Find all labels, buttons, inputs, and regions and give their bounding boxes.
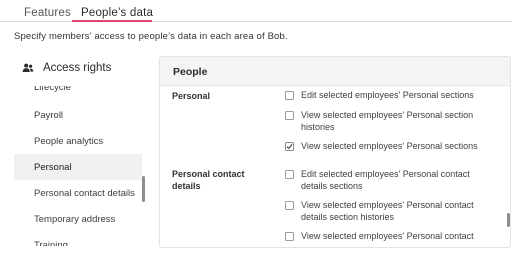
permission-label: View selected employees' Personal sectio… [301,141,478,151]
panel-scrollbar[interactable] [507,213,510,227]
permission-row: Edit selected employees' Personal contac… [285,169,490,192]
tab-bar: Features People’s data [0,0,512,22]
sidebar-item-payroll[interactable]: Payroll [14,102,142,128]
people-icon [22,63,34,72]
panel-body: Personal Edit selected employees' Person… [160,86,510,247]
sidebar-item-personal-contact-details[interactable]: Personal contact details [14,180,142,206]
permission-label: Edit selected employees' Personal contac… [301,169,470,191]
sidebar-item-personal[interactable]: Personal [14,154,142,180]
sidebar-scrollbar[interactable] [142,176,145,202]
panel-title: People [173,66,208,78]
sidebar-list[interactable]: Lifecycle Payroll People analytics Perso… [14,86,146,246]
permission-label: View selected employees' Personal contac… [301,231,474,241]
permission-checkbox-checked[interactable] [285,142,294,151]
sidebar-item-temporary-address[interactable]: Temporary address [14,206,142,232]
panel-header: People [160,57,510,86]
page-description: Specify members’ access to people’s data… [14,31,288,42]
permission-row: View selected employees' Personal sectio… [285,110,490,133]
checkmark-icon [286,144,293,150]
permission-checkbox[interactable] [285,91,294,100]
section-label-personal-contact-details: Personal contact details [172,169,245,191]
permission-checkbox[interactable] [285,201,294,210]
permission-label: Edit selected employees' Personal sectio… [301,90,474,100]
section-label-personal: Personal [172,91,211,101]
permission-row: View selected employees' Personal sectio… [285,141,490,153]
active-tab-indicator [72,20,152,22]
permission-row: Edit selected employees' Personal sectio… [285,90,490,102]
permission-checkbox[interactable] [285,232,294,241]
permission-row: View selected employees' Personal contac… [285,200,490,223]
sidebar-title: Access rights [43,62,112,74]
permission-label: View selected employees' Personal sectio… [301,110,474,132]
permission-label: View selected employees' Personal contac… [301,200,474,222]
sidebar-item-training[interactable]: Training [14,232,142,247]
permission-checkbox[interactable] [285,170,294,179]
tab-features[interactable]: Features [24,7,71,19]
tab-peoples-data[interactable]: People’s data [81,7,153,19]
sidebar-item-people-analytics[interactable]: People analytics [14,128,142,154]
permissions-panel: People Personal Edit selected employees'… [159,56,511,248]
permission-row: View selected employees' Personal contac… [285,231,490,243]
sidebar-item-lifecycle[interactable]: Lifecycle [14,86,142,100]
permission-checkbox[interactable] [285,111,294,120]
sidebar-header: Access rights [22,62,111,74]
